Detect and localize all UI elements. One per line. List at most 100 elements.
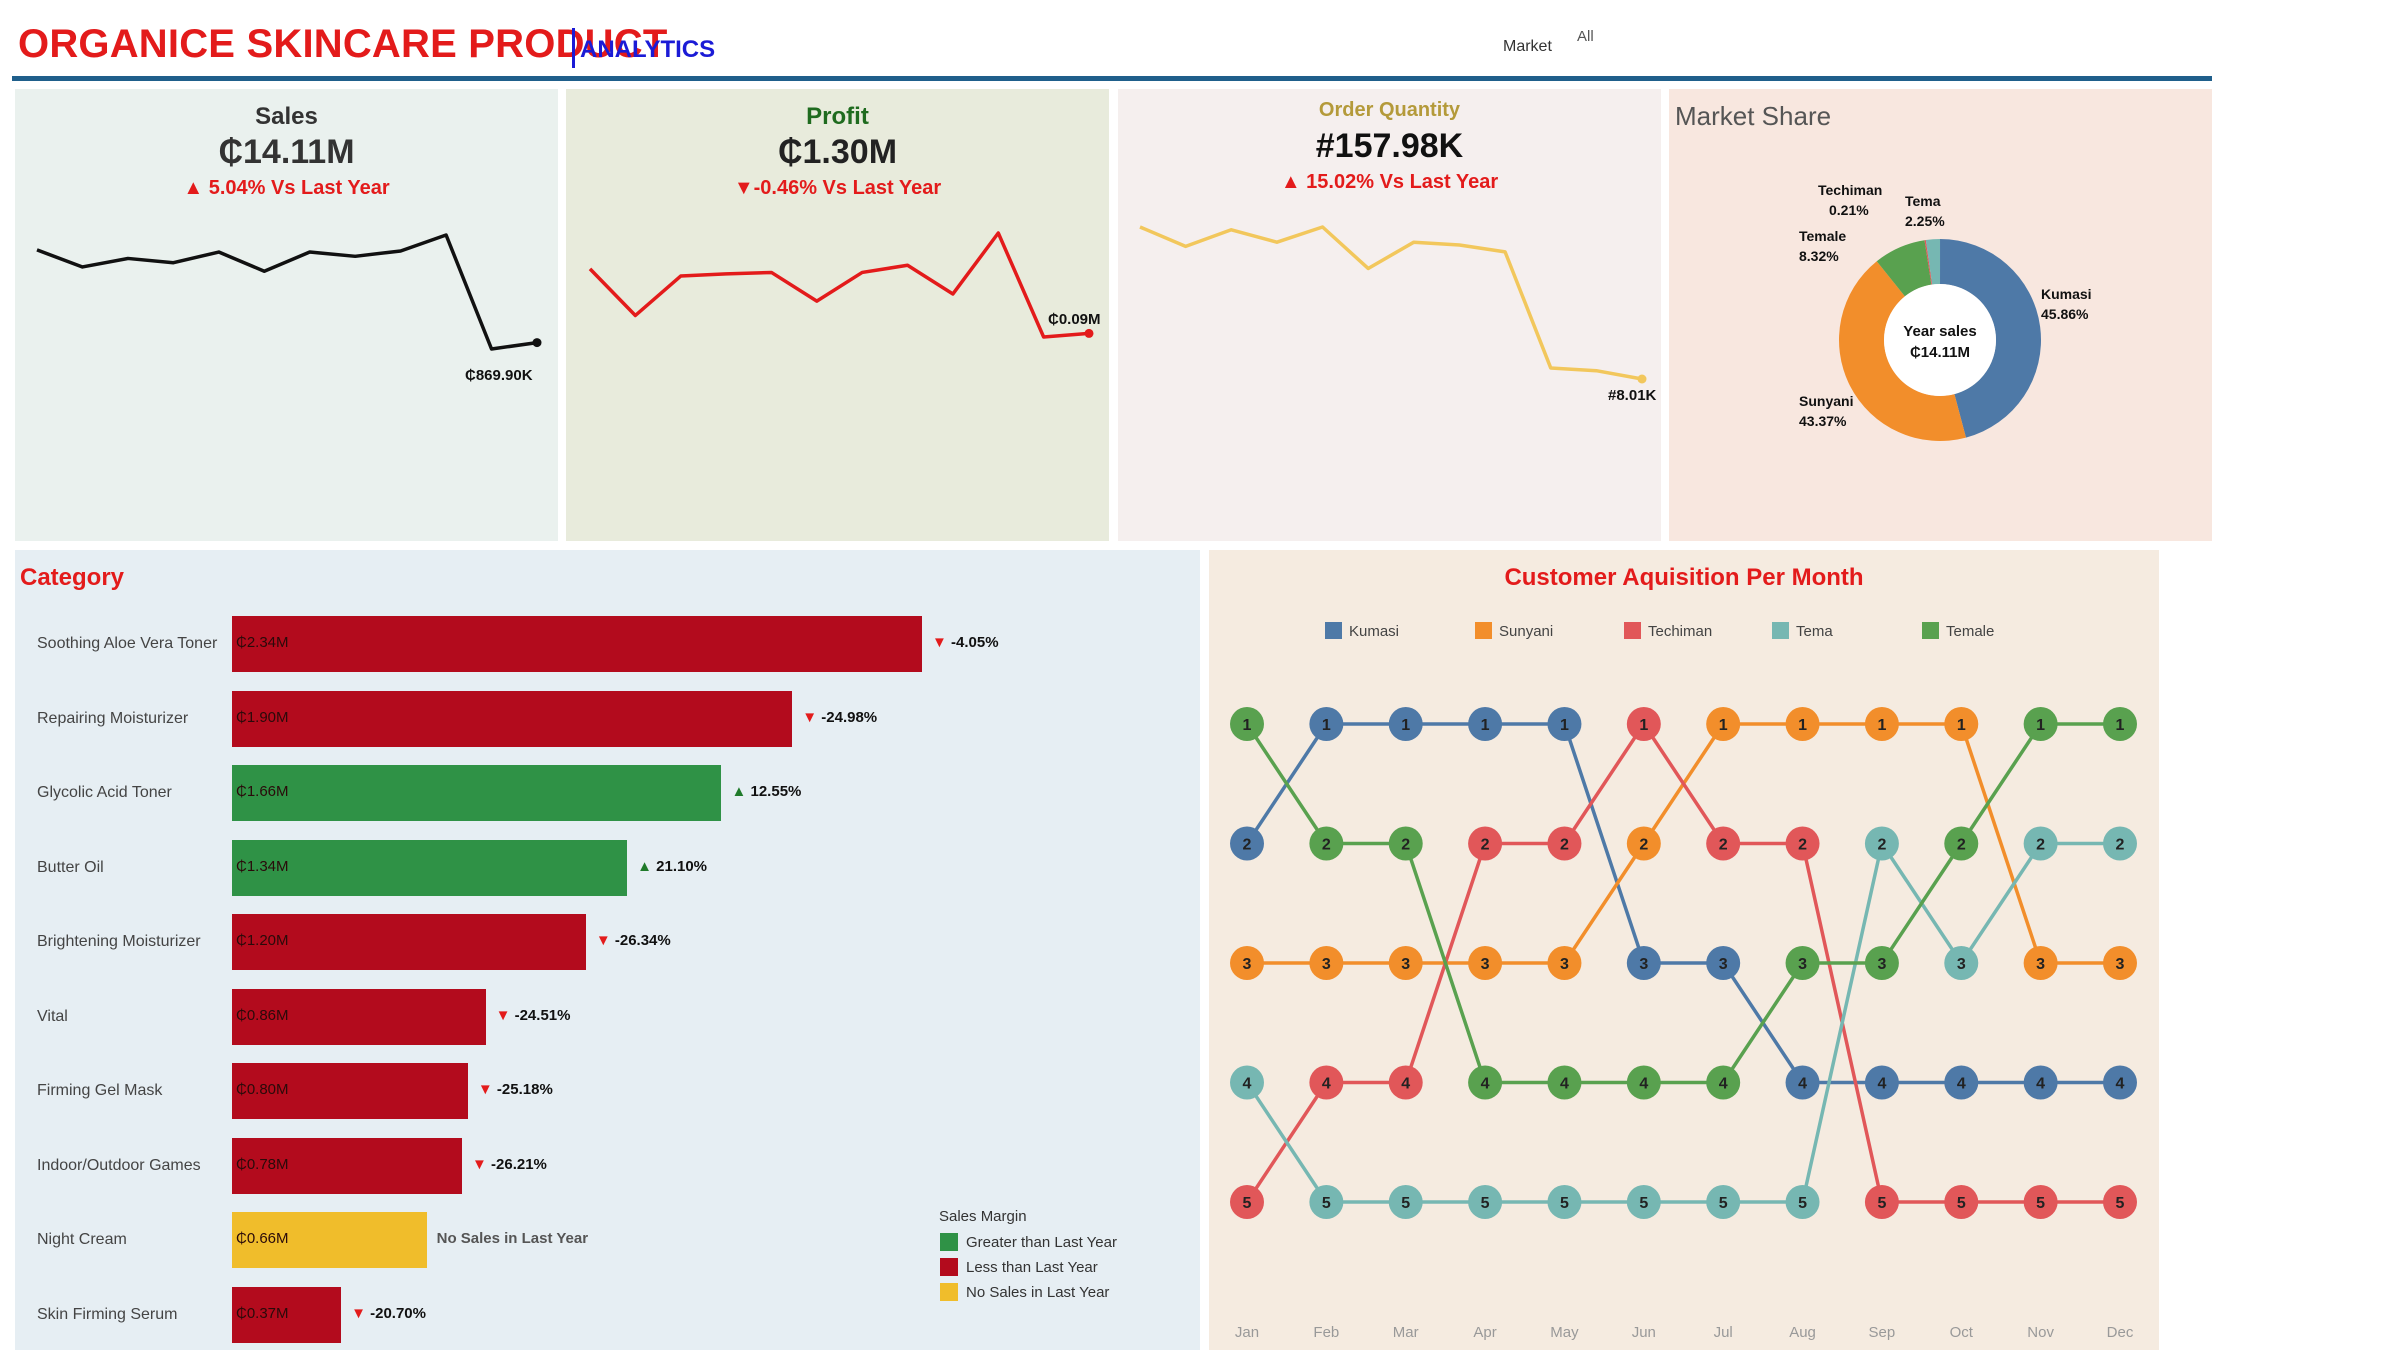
acquisition-rank-label: 5 — [1719, 1195, 1728, 1212]
category-delta: ▼ -26.34% — [596, 932, 671, 949]
page-title: ORGANICE SKINCARE PRODUCT — [18, 22, 668, 66]
acquisition-rank-label: 4 — [1719, 1076, 1728, 1093]
donut-label-kumasi: Kumasi — [2041, 286, 2092, 302]
sales-margin-legend-swatch — [940, 1258, 958, 1276]
category-bar-value: ₵1.90M — [236, 708, 289, 726]
acquisition-rank-label: 1 — [1322, 717, 1331, 734]
category-bar[interactable]: ₵1.90M — [232, 690, 793, 747]
triangle-down-icon: ▼ — [495, 1006, 515, 1024]
acquisition-rank-label: 2 — [1243, 837, 1252, 854]
donut-pct-temale: 8.32% — [1799, 248, 1839, 264]
acquisition-rank-label: 4 — [2116, 1076, 2125, 1093]
category-bar-value: ₵2.34M — [236, 634, 289, 651]
category-bar-value: ₵1.66M — [236, 783, 289, 800]
category-delta-text: -20.70% — [370, 1304, 426, 1322]
category-label: Soothing Aloe Vera Toner — [37, 635, 218, 652]
category-label: Repairing Moisturizer — [37, 709, 189, 727]
acquisition-rank-label: 5 — [1322, 1195, 1331, 1212]
market-filter-label: Market — [1503, 38, 1552, 55]
sales-margin-legend-label: Greater than Last Year — [966, 1234, 1117, 1251]
acquisition-legend-swatch — [1624, 622, 1641, 639]
category-delta: ▼ -24.51% — [496, 1007, 571, 1024]
acquisition-rank-label: 1 — [1560, 717, 1569, 734]
sparkline-path — [36, 233, 538, 351]
acquisition-rank-label: 4 — [1560, 1076, 1569, 1093]
orders-trend-sparkline — [1139, 225, 1647, 384]
category-bar-value: ₵0.66M — [236, 1230, 289, 1247]
orders-kpi-card: Order Quantity #157.98K ▲ 15.02% Vs Last… — [1118, 89, 1661, 541]
donut-label-tema: Tema — [1905, 193, 1941, 209]
donut-label-temale: Temale — [1799, 228, 1846, 244]
acquisition-legend-label: Kumasi — [1349, 623, 1399, 640]
category-label: Indoor/Outdoor Games — [37, 1156, 201, 1174]
acquisition-rank-label: 3 — [1243, 956, 1252, 973]
page-subtitle: ANALYTICS — [580, 36, 716, 63]
acquisition-rank-label: 2 — [1877, 837, 1886, 854]
sales-margin-legend-label: Less than Last Year — [966, 1259, 1098, 1276]
acquisition-rank-label: 2 — [1957, 837, 1966, 854]
acquisition-rank-label: 5 — [1639, 1195, 1648, 1212]
category-delta-text: -4.05% — [951, 634, 999, 651]
acquisition-rank-label: 1 — [1243, 717, 1252, 734]
acquisition-rank-label: 2 — [1401, 837, 1410, 854]
acquisition-month-tick: Jan — [1235, 1324, 1259, 1341]
market-filter-value[interactable]: All — [1577, 28, 1594, 45]
acquisition-rank-label: 1 — [1798, 717, 1807, 734]
acquisition-legend-label: Tema — [1796, 623, 1833, 640]
acquisition-rank-label: 3 — [1877, 956, 1886, 973]
title-separator — [572, 28, 575, 68]
category-bar[interactable]: ₵0.86M — [232, 988, 486, 1045]
donut-pct-sunyani: 43.37% — [1799, 413, 1847, 429]
acquisition-rank-label: 3 — [1322, 956, 1331, 973]
donut-pct-tema: 2.25% — [1905, 213, 1945, 229]
acquisition-rank-label: 5 — [1798, 1195, 1807, 1212]
acquisition-rank-label: 1 — [2116, 717, 2125, 734]
category-bar-value: ₵0.86M — [236, 1006, 289, 1024]
category-bar[interactable]: ₵0.66M — [232, 1212, 427, 1268]
acquisition-rank-label: 1 — [1877, 717, 1886, 734]
category-bar[interactable]: ₵2.34M — [232, 616, 922, 672]
category-delta-text: No Sales in Last Year — [436, 1230, 589, 1247]
acquisition-rank-label: 4 — [1322, 1076, 1331, 1093]
category-label: Butter Oil — [37, 858, 104, 876]
acquisition-rank-label: 1 — [1481, 717, 1490, 734]
profit-last-point — [1084, 328, 1094, 338]
category-label: Skin Firming Serum — [37, 1305, 178, 1323]
category-bar[interactable]: ₵0.78M — [232, 1137, 462, 1194]
category-label: Vital — [37, 1007, 68, 1025]
acquisition-legend-label: Sunyani — [1499, 623, 1553, 640]
category-bar[interactable]: ₵0.37M — [232, 1286, 342, 1343]
category-label: Night Cream — [37, 1231, 127, 1248]
acquisition-rank-label: 5 — [1877, 1195, 1886, 1212]
category-bar[interactable]: ₵1.34M — [232, 839, 628, 896]
acquisition-rank-label: 3 — [1481, 956, 1490, 973]
category-bar-value: ₵1.34M — [236, 857, 289, 875]
market-share-card: Market Share Kumasi 45.86% Sunyani 43.37% Te… — [1669, 89, 2212, 541]
acquisition-month-tick: Jul — [1714, 1324, 1733, 1341]
category-delta-text: -25.18% — [496, 1081, 553, 1098]
category-bar[interactable]: ₵1.20M — [232, 914, 586, 970]
category-bar[interactable]: ₵0.80M — [232, 1063, 468, 1119]
donut-pct-kumasi: 45.86% — [2041, 306, 2089, 322]
sales-margin-legend-swatch — [940, 1283, 958, 1301]
header-divider — [12, 76, 2212, 81]
acquisition-rank-label: 4 — [2036, 1076, 2045, 1093]
acquisition-rank-label: 3 — [1401, 956, 1410, 973]
triangle-down-icon: ▼ — [472, 1155, 492, 1173]
acquisition-rank-label: 5 — [1243, 1195, 1252, 1212]
acquisition-month-tick: Mar — [1393, 1324, 1419, 1341]
category-delta: ▼ -24.98% — [802, 709, 877, 726]
acquisition-rank-label: 3 — [1639, 956, 1648, 973]
category-title: Category — [20, 564, 125, 591]
acquisition-rank-label: 5 — [1401, 1195, 1410, 1212]
acquisition-rank-label: 2 — [1798, 837, 1807, 854]
triangle-down-icon: ▼ — [595, 932, 615, 949]
acquisition-rank-label: 1 — [1639, 717, 1648, 734]
acquisition-line-tema — [1245, 839, 2120, 1204]
triangle-down-icon: ▼ — [351, 1304, 371, 1322]
market-share-donut: Kumasi 45.86% Sunyani 43.37% Temale 8.32% Tech… — [1799, 182, 2092, 441]
acquisition-rank-label: 4 — [1401, 1076, 1410, 1093]
category-bar-value: ₵0.78M — [236, 1155, 289, 1173]
category-bar[interactable]: ₵1.66M — [232, 765, 722, 821]
orders-last-point — [1637, 374, 1647, 384]
